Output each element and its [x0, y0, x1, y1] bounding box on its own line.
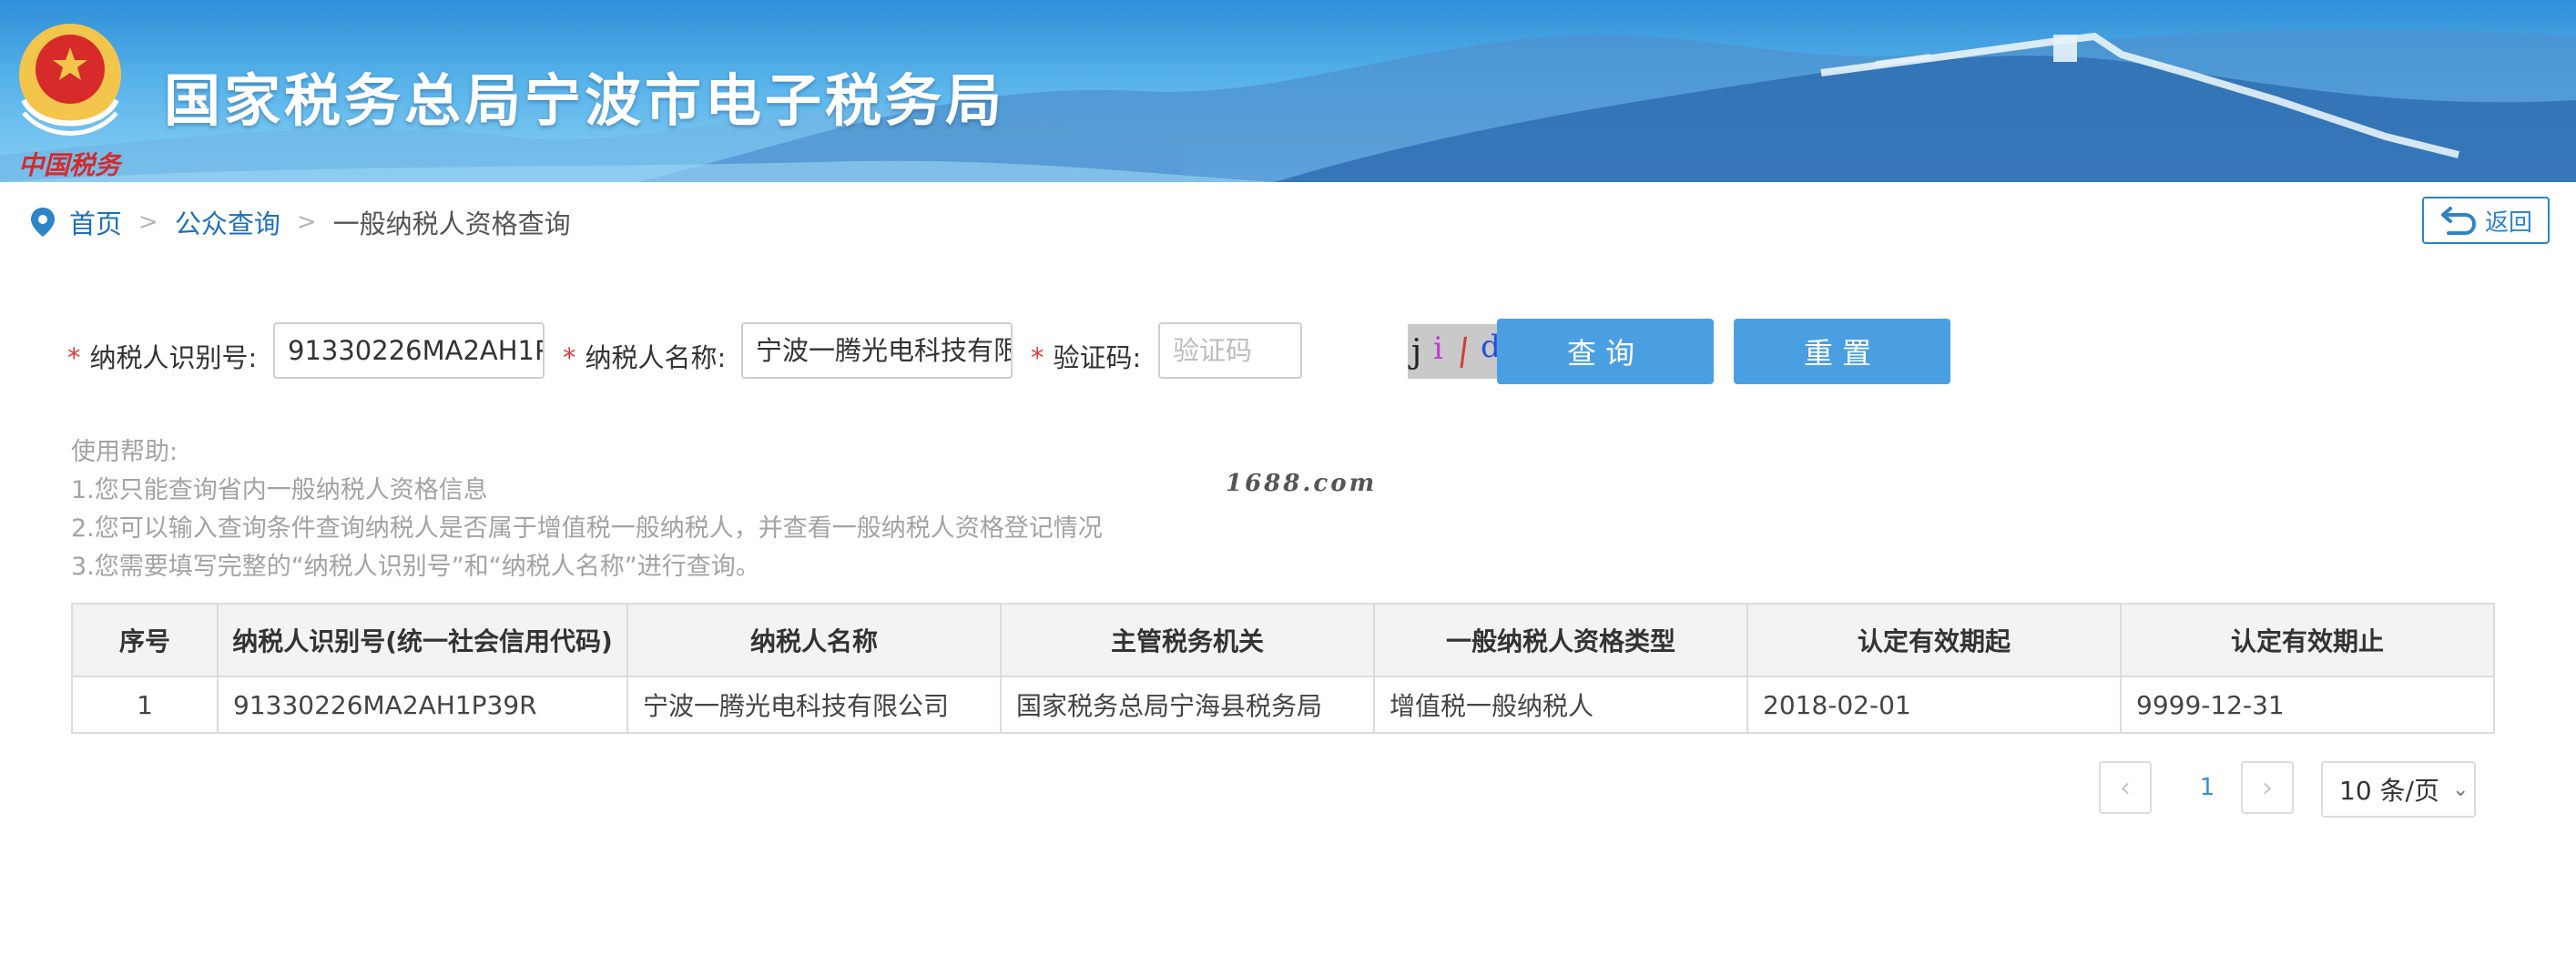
column-header-qualification-type: 一般纳税人资格类型	[1373, 603, 1748, 677]
taxpayer-id-label-text: 纳税人识别号:	[89, 342, 258, 373]
page-size-value: 10 条/页	[2339, 776, 2439, 806]
breadcrumb-current: 一般纳税人资格查询	[332, 208, 571, 239]
cell-qualification-type: 增值税一般纳税人	[1373, 676, 1748, 734]
breadcrumb: 首页 > 公众查询 > 一般纳税人资格查询	[29, 202, 571, 242]
emblem-text: 中国税务	[18, 150, 121, 180]
captcha-label-text: 验证码:	[1053, 342, 1142, 373]
required-mark: *	[1031, 342, 1044, 373]
required-mark: *	[563, 342, 576, 373]
prev-page-button[interactable]: ‹	[2099, 761, 2152, 814]
query-button[interactable]: 查询	[1497, 319, 1714, 384]
cell-valid-from: 2018-02-01	[1746, 676, 2122, 734]
taxpayer-name-input[interactable]: 宁波一腾光电科技有限	[741, 322, 1013, 379]
reset-button[interactable]: 重置	[1734, 319, 1950, 384]
usage-help: 使用帮助: 1.您只能查询省内一般纳税人资格信息 2.您可以输入查询条件查询纳税…	[71, 433, 1103, 586]
cell-index: 1	[71, 676, 219, 734]
help-title: 使用帮助:	[71, 438, 178, 466]
column-header-taxpayer-name: 纳税人名称	[626, 603, 1002, 677]
location-pin-icon	[31, 208, 55, 237]
taxpayer-name-label: * 纳税人名称:	[563, 337, 726, 375]
column-header-tax-authority: 主管税务机关	[1000, 603, 1375, 677]
taxpayer-name-label-text: 纳税人名称:	[585, 342, 727, 373]
back-button-label: 返回	[2484, 208, 2532, 237]
captcha-char: i	[1433, 330, 1443, 367]
column-header-index: 序号	[71, 603, 219, 677]
breadcrumb-separator: >	[296, 208, 317, 236]
results-table: 序号 纳税人识别号(统一社会信用代码) 纳税人名称 主管税务机关 一般纳税人资格…	[71, 603, 2495, 734]
chevron-down-icon: ⌄	[2451, 778, 2469, 801]
back-button[interactable]: 返回	[2422, 197, 2550, 244]
watermark: 1688.com	[1226, 470, 1378, 497]
breadcrumb-public-query-link[interactable]: 公众查询	[175, 203, 280, 241]
help-line: 1.您只能查询省内一般纳税人资格信息	[71, 476, 488, 504]
captcha-char: j	[1408, 333, 1421, 371]
help-line: 3.您需要填写完整的“纳税人识别号”和“纳税人名称”进行查询。	[71, 553, 760, 581]
breadcrumb-separator: >	[138, 208, 158, 236]
header-banner: 中国税务 国家税务总局宁波市电子税务局	[0, 0, 2576, 182]
captcha-label: * 验证码:	[1031, 337, 1141, 375]
table-header-row: 序号 纳税人识别号(统一社会信用代码) 纳税人名称 主管税务机关 一般纳税人资格…	[71, 603, 2495, 677]
table-row: 1 91330226MA2AH1P39R 宁波一腾光电科技有限公司 国家税务总局…	[71, 676, 2495, 734]
chevron-right-icon: ›	[2262, 771, 2273, 804]
taxpayer-id-input[interactable]: 91330226MA2AH1P3	[273, 322, 545, 379]
cell-taxpayer-name: 宁波一腾光电科技有限公司	[626, 676, 1002, 734]
return-arrow-icon	[2440, 207, 2476, 235]
cell-tax-authority: 国家税务总局宁海县税务局	[1000, 676, 1375, 734]
cell-valid-to: 9999-12-31	[2120, 676, 2495, 734]
breadcrumb-home-link[interactable]: 首页	[69, 203, 122, 241]
taxpayer-id-label: * 纳税人识别号:	[67, 337, 257, 375]
chevron-left-icon: ‹	[2120, 771, 2131, 804]
required-mark: *	[67, 342, 81, 373]
current-page-number[interactable]: 1	[2194, 774, 2221, 801]
page-size-select[interactable]: 10 条/页 ⌄	[2321, 761, 2476, 818]
site-title: 国家税务总局宁波市电子税务局	[164, 67, 1006, 134]
cell-taxpayer-id: 91330226MA2AH1P39R	[217, 676, 628, 734]
captcha-input[interactable]: 验证码	[1158, 322, 1302, 379]
column-header-valid-to: 认定有效期止	[2120, 603, 2495, 677]
tax-emblem-logo: 中国税务	[11, 13, 129, 180]
help-line: 2.您可以输入查询条件查询纳税人是否属于增值税一般纳税人，并查看一般纳税人资格登…	[71, 514, 1103, 543]
next-page-button[interactable]: ›	[2241, 761, 2294, 814]
column-header-taxpayer-id: 纳税人识别号(统一社会信用代码)	[217, 603, 628, 677]
column-header-valid-from: 认定有效期起	[1746, 603, 2122, 677]
captcha-char: /	[1454, 330, 1474, 374]
